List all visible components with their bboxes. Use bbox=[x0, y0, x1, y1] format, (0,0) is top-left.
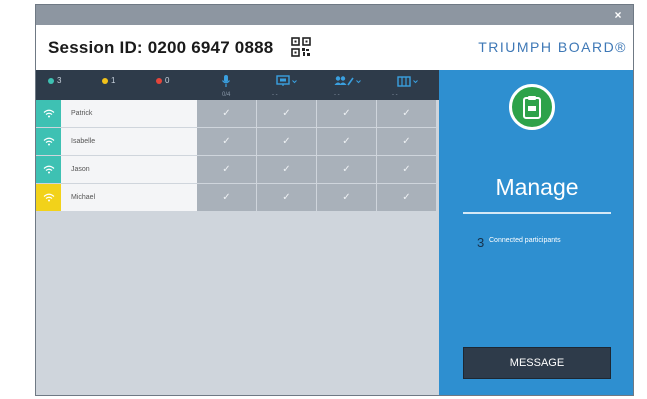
status-count-connected: 3 bbox=[48, 70, 61, 92]
connected-dot-icon bbox=[48, 77, 54, 84]
check-cell[interactable]: ✓ bbox=[377, 156, 436, 183]
table-row: Jason ✓ ✓ ✓ ✓ bbox=[36, 156, 439, 183]
divider bbox=[463, 212, 611, 214]
check-cell[interactable]: ✓ bbox=[317, 156, 376, 183]
column-subtext: - - bbox=[272, 92, 278, 98]
clipboard-icon[interactable] bbox=[509, 84, 555, 130]
check-cell[interactable]: ✓ bbox=[197, 128, 256, 155]
brand-logo: TRIUMPH BOARD® bbox=[478, 39, 627, 55]
users-edit-icon bbox=[334, 76, 354, 86]
microphone-icon bbox=[222, 75, 230, 87]
message-button[interactable]: MESSAGE bbox=[463, 347, 611, 379]
app-window: × Session ID: 0200 6947 0888 TRIUMPH BOA… bbox=[35, 4, 634, 396]
check-cell[interactable]: ✓ bbox=[197, 156, 256, 183]
screen-share-icon bbox=[276, 75, 290, 86]
status-count-value: 0 bbox=[165, 76, 170, 85]
participants-toolbar: 3 1 0 0/4 - - - - - - bbox=[36, 70, 439, 100]
connected-count: 3 bbox=[477, 235, 485, 250]
chevron-down-icon bbox=[413, 79, 418, 83]
header: Session ID: 0200 6947 0888 TRIUMPH BOARD… bbox=[36, 25, 633, 70]
close-button[interactable]: × bbox=[607, 7, 629, 23]
status-count-value: 1 bbox=[111, 76, 116, 85]
check-cell[interactable]: ✓ bbox=[317, 128, 376, 155]
wifi-status-icon bbox=[36, 184, 61, 211]
warning-dot-icon bbox=[102, 77, 108, 84]
participant-name: Patrick bbox=[61, 100, 197, 127]
session-id: Session ID: 0200 6947 0888 bbox=[48, 38, 274, 57]
manage-panel: Manage 3 Connected participants MESSAGE bbox=[439, 70, 633, 395]
participant-name: Isabelle bbox=[61, 128, 197, 155]
check-cell[interactable]: ✓ bbox=[377, 100, 436, 127]
check-cell[interactable]: ✓ bbox=[197, 100, 256, 127]
check-cell[interactable]: ✓ bbox=[317, 184, 376, 211]
status-count-disconnected: 0 bbox=[156, 70, 169, 92]
check-cell[interactable]: ✓ bbox=[377, 184, 436, 211]
check-cell[interactable]: ✓ bbox=[257, 156, 316, 183]
qr-code-icon[interactable] bbox=[291, 37, 311, 57]
column-subtext: - - bbox=[334, 92, 340, 98]
check-cell[interactable]: ✓ bbox=[317, 100, 376, 127]
status-count-value: 3 bbox=[57, 76, 62, 85]
title-bar: × bbox=[36, 5, 633, 25]
chevron-down-icon bbox=[356, 79, 361, 83]
layout-icon bbox=[397, 75, 411, 87]
check-cell[interactable]: ✓ bbox=[377, 128, 436, 155]
table-row: Patrick ✓ ✓ ✓ ✓ bbox=[36, 100, 439, 127]
column-subtext: - - bbox=[392, 92, 398, 98]
check-cell[interactable]: ✓ bbox=[257, 128, 316, 155]
table-row: Isabelle ✓ ✓ ✓ ✓ bbox=[36, 128, 439, 155]
disconnected-dot-icon bbox=[156, 77, 162, 84]
microphone-column-button[interactable] bbox=[221, 73, 231, 89]
check-cell[interactable]: ✓ bbox=[257, 184, 316, 211]
wifi-status-icon bbox=[36, 128, 61, 155]
participant-name: Jason bbox=[61, 156, 197, 183]
participant-name: Michael bbox=[61, 184, 197, 211]
check-cell[interactable]: ✓ bbox=[197, 184, 256, 211]
check-cell[interactable]: ✓ bbox=[257, 100, 316, 127]
status-count-warning: 1 bbox=[102, 70, 115, 92]
chevron-down-icon bbox=[292, 79, 297, 83]
connected-label: Connected participants bbox=[489, 237, 561, 244]
table-row: Michael ✓ ✓ ✓ ✓ bbox=[36, 184, 439, 211]
layout-column-button[interactable] bbox=[397, 73, 418, 89]
panel-title: Manage bbox=[495, 174, 579, 200]
wifi-status-icon bbox=[36, 156, 61, 183]
column-subtext: 0/4 bbox=[222, 92, 231, 98]
screen-share-column-button[interactable] bbox=[276, 73, 297, 89]
users-edit-column-button[interactable] bbox=[334, 73, 361, 89]
wifi-status-icon bbox=[36, 100, 61, 127]
